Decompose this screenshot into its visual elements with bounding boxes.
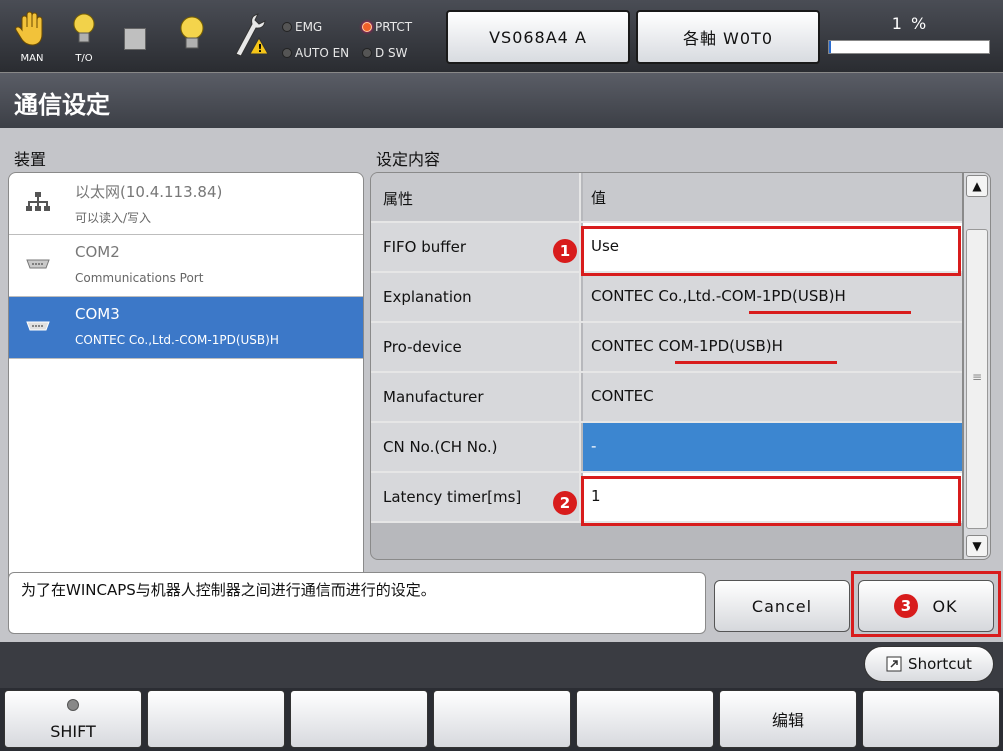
shortcut-button[interactable]: Shortcut (864, 646, 994, 682)
device-desc: 可以读入/写入 (75, 211, 152, 225)
robot-type-button[interactable]: VS068A4 A (446, 10, 630, 64)
setting-key: CN No.(CH No.) (371, 423, 581, 471)
setting-key: Manufacturer (371, 373, 581, 421)
grip-lines-icon: ≡ (971, 370, 983, 384)
header-key: 属性 (371, 173, 581, 221)
shortcut-strip (0, 642, 1003, 688)
shortcut-arrow-icon (886, 656, 902, 672)
description-box: 为了在WINCAPS与机器人控制器之间进行通信而进行的设定。 (8, 572, 706, 634)
fn-key-3[interactable] (290, 690, 428, 748)
setting-key: FIFO buffer (371, 223, 581, 271)
emg-lamp: EMG (282, 20, 322, 34)
scroll-down-icon[interactable]: ▼ (966, 535, 988, 557)
fn-key-label: 编辑 (771, 711, 804, 730)
highlight-box-latency (581, 476, 961, 526)
header-value: 值 (583, 173, 962, 221)
prtct-lamp: PRTCT (362, 20, 412, 34)
io-label: T/O (75, 53, 93, 64)
cancel-button[interactable]: Cancel (714, 580, 850, 632)
device-desc: Communications Port (75, 271, 204, 285)
setting-key: Pro-device (371, 323, 581, 371)
manual-mode-hand-icon[interactable]: MAN (12, 10, 52, 64)
device-name: 以太网(10.4.113.84) (75, 183, 223, 201)
wrench-warning-icon[interactable]: ! (228, 10, 269, 64)
fn-key-shift[interactable]: SHIFT (4, 690, 142, 748)
ethernet-network-icon (26, 192, 50, 211)
scroll-thumb[interactable]: ≡ (966, 229, 988, 529)
svg-text:!: ! (258, 42, 263, 55)
fn-key-edit[interactable]: 编辑 (719, 690, 857, 748)
callout-badge-2: 2 (553, 491, 577, 515)
mode-label: MAN (20, 53, 44, 64)
cn-no-value[interactable]: - (583, 423, 962, 471)
setting-row-manufacturer[interactable]: Manufacturer CONTEC (371, 373, 962, 423)
scroll-up-icon[interactable]: ▲ (966, 175, 988, 197)
axis-mode-button[interactable]: 各軸 W0T0 (636, 10, 820, 64)
ok-label: OK (932, 596, 958, 616)
stop-square-icon[interactable] (124, 28, 146, 50)
device-name: COM3 (75, 305, 120, 323)
device-name: COM2 (75, 243, 120, 261)
underline-explanation (749, 311, 911, 314)
setting-row-cn-no[interactable]: CN No.(CH No.) - (371, 423, 962, 473)
speed-bar-fill (829, 41, 831, 53)
setting-row-pro-device[interactable]: Pro-device CONTEC COM-1PD(USB)H (371, 323, 962, 373)
device-list: 以太网(10.4.113.84) 可以读入/写入 COM2 Communicat… (8, 172, 364, 592)
device-item-ethernet[interactable]: 以太网(10.4.113.84) 可以读入/写入 (9, 173, 363, 235)
settings-section-label: 设定内容 (376, 150, 441, 169)
shift-led-icon (67, 699, 79, 711)
speed-text: 1 % (891, 14, 929, 33)
io-bulb-icon[interactable]: T/O (64, 10, 104, 64)
fn-key-7[interactable] (862, 690, 1000, 748)
speed-indicator[interactable]: 1 % (826, 14, 994, 60)
fn-key-2[interactable] (147, 690, 285, 748)
function-key-bar: SHIFT 编辑 (0, 688, 1003, 751)
highlight-box-fifo (581, 226, 961, 276)
device-section-label: 装置 (14, 150, 47, 169)
setting-row-explanation[interactable]: Explanation CONTEC Co.,Ltd.-COM-1PD(USB)… (371, 273, 962, 323)
autoen-lamp: AUTO EN (282, 46, 349, 60)
manufacturer-value: CONTEC (583, 373, 962, 421)
setting-key: Explanation (371, 273, 581, 321)
device-item-com3[interactable]: COM3 CONTEC Co.,Ltd.-COM-1PD(USB)H (9, 297, 363, 359)
settings-scrollbar[interactable]: ▲ ≡ ▼ (963, 172, 991, 560)
fn-key-label: SHIFT (50, 722, 96, 741)
settings-table: 属性 值 FIFO buffer Use Explanation CONTEC … (370, 172, 963, 560)
callout-badge-3: 3 (894, 594, 919, 618)
table-header-row: 属性 值 (371, 173, 962, 223)
top-status-bar: MAN T/O ! EMG PRTCT AUTO EN D SW VS068A4… (0, 0, 1003, 72)
page-title: 通信设定 (14, 91, 110, 119)
setting-key: Latency timer[ms] (371, 473, 581, 521)
speed-bar (828, 40, 990, 54)
light-bulb-icon[interactable] (172, 10, 212, 64)
serial-port-icon (26, 321, 50, 331)
dsw-lamp: D SW (362, 46, 408, 60)
ok-button[interactable]: 3 OK (858, 580, 994, 632)
device-item-com2[interactable]: COM2 Communications Port (9, 235, 363, 297)
title-bar: 通信设定 (0, 72, 1003, 128)
main-panel: 装置 设定内容 以太网(10.4.113.84) 可以读入/写入 COM2 Co… (0, 128, 1003, 642)
fn-key-5[interactable] (576, 690, 714, 748)
underline-pro-device (675, 361, 837, 364)
callout-badge-1: 1 (553, 239, 577, 263)
shortcut-label: Shortcut (908, 655, 972, 673)
serial-port-icon (26, 259, 50, 269)
fn-key-4[interactable] (433, 690, 571, 748)
device-desc: CONTEC Co.,Ltd.-COM-1PD(USB)H (75, 333, 279, 347)
